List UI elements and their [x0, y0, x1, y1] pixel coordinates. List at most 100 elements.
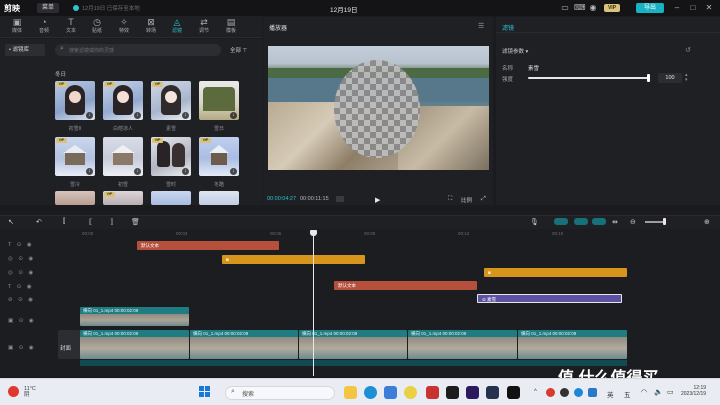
video-clip[interactable]: 横向 01_1.mp4 00:00:02:09 — [299, 330, 407, 359]
tray-icon[interactable] — [574, 388, 583, 397]
tab-text[interactable]: T 文本 — [58, 17, 84, 37]
playhead-handle[interactable] — [310, 230, 317, 236]
download-icon[interactable]: ↓ — [86, 168, 93, 175]
preview-axis-icon[interactable] — [592, 218, 606, 225]
close-icon[interactable]: ✕ — [704, 3, 714, 13]
mic-icon[interactable]: 🎙 — [530, 218, 539, 226]
zoom-in-icon[interactable]: ⊕ — [704, 218, 710, 226]
download-icon[interactable]: ↓ — [182, 168, 189, 175]
play-icon[interactable]: ▶ — [375, 196, 380, 204]
more-icon[interactable]: ☰ — [478, 22, 484, 30]
weather-widget[interactable]: 11°C 阴 — [24, 386, 36, 398]
menu-button[interactable]: 菜单 — [37, 3, 60, 13]
sticker-clip[interactable]: ◙ — [222, 255, 365, 264]
chrome-icon[interactable] — [404, 386, 417, 399]
video-preview[interactable] — [268, 46, 489, 170]
download-icon[interactable]: ↓ — [230, 112, 237, 119]
sidebar-item-filter-library[interactable]: • 滤镜库 — [5, 44, 45, 56]
battery-icon[interactable]: ▭ — [667, 388, 674, 396]
split-right-icon[interactable]: ⟧ — [110, 218, 113, 226]
video-clip[interactable]: 横向 01_1.mp4 00:00:02:09 — [190, 330, 298, 359]
strength-slider-handle[interactable] — [647, 74, 650, 82]
clock[interactable]: 12:19 2023/12/19 — [681, 385, 706, 397]
inspector-tab-filter[interactable]: 滤镜 — [502, 23, 514, 32]
app-icon[interactable] — [446, 386, 459, 399]
link-toggle-icon[interactable] — [554, 218, 568, 225]
ime-indicator[interactable]: 英 — [607, 389, 614, 399]
stepper-icon[interactable]: ▴ ▾ — [685, 73, 688, 83]
chevron-up-icon[interactable]: ^ — [534, 389, 537, 395]
tab-filter[interactable]: ◬ 滤镜 — [164, 17, 190, 37]
track-controls[interactable]: ▣ ⊙ ◉ — [8, 345, 36, 351]
track-controls[interactable]: ⊘ ⊙ ◉ — [8, 297, 35, 303]
vip-badge[interactable]: VIP — [604, 4, 620, 12]
track-controls[interactable]: ◎ ⊙ ◉ — [8, 270, 35, 276]
filter-thumb[interactable] — [199, 191, 239, 205]
tab-effects[interactable]: ✧ 特效 — [111, 17, 137, 37]
start-icon[interactable] — [199, 386, 211, 398]
tab-adjust[interactable]: ⇄ 调节 — [191, 17, 217, 37]
mail-icon[interactable] — [384, 386, 397, 399]
edge-icon[interactable] — [364, 386, 377, 399]
tab-audio[interactable]: ◔ 音频 — [31, 17, 57, 37]
ime-mode[interactable]: 五 — [624, 389, 631, 399]
ratio-button[interactable]: 比例 — [461, 196, 472, 204]
snap-toggle-icon[interactable] — [574, 218, 588, 225]
app-icon[interactable] — [426, 386, 439, 399]
track-controls[interactable]: T ⊙ ◉ — [8, 284, 34, 290]
track-controls[interactable]: ▣ ⊙ ◉ — [8, 318, 36, 324]
align-icon[interactable]: ⇹ — [612, 218, 618, 226]
delete-icon[interactable]: 🗑 — [131, 218, 140, 226]
zoom-slider[interactable] — [645, 221, 665, 223]
split-left-icon[interactable]: ⟦ — [89, 218, 92, 226]
select-tool-icon[interactable]: ↖ — [8, 218, 14, 226]
filter-thumb[interactable] — [55, 191, 95, 205]
video-clip[interactable]: 横向 01_1.mp4 00:00:02:09 — [80, 330, 189, 359]
wifi-icon[interactable]: ◠ — [641, 388, 647, 396]
maximize-icon[interactable]: □ — [688, 3, 698, 13]
track-controls[interactable]: ◎ ⊙ ◉ — [8, 256, 35, 262]
text-clip[interactable]: 默认文本 — [334, 281, 477, 290]
download-icon[interactable]: ↓ — [86, 112, 93, 119]
reset-icon[interactable]: ↺ — [685, 46, 691, 54]
tab-media[interactable]: ▣ 媒体 — [4, 17, 30, 37]
filter-thumb[interactable] — [151, 191, 191, 205]
speed-icon[interactable] — [336, 196, 344, 202]
volume-icon[interactable]: 🔈 — [654, 388, 663, 396]
download-icon[interactable]: ↓ — [134, 168, 141, 175]
tab-transition[interactable]: ⊠ 转场 — [138, 17, 164, 37]
tab-sticker[interactable]: ◷ 贴纸 — [84, 17, 110, 37]
tray-icon[interactable] — [546, 388, 555, 397]
strength-slider[interactable] — [528, 77, 650, 79]
layout-icon[interactable]: ▭ — [560, 3, 570, 13]
shortcut-icon[interactable]: ⌨ — [574, 3, 586, 13]
export-button[interactable]: 导出 — [636, 3, 664, 13]
split-icon[interactable]: ⫿ — [63, 218, 65, 226]
text-clip[interactable]: 默认文本 — [137, 241, 279, 250]
tab-template[interactable]: ▤ 模板 — [218, 17, 244, 37]
avatar[interactable]: ◉ — [588, 3, 598, 13]
capcut-icon[interactable] — [507, 386, 520, 399]
filter-clip[interactable]: ⊘ 素雪 — [477, 294, 622, 303]
tray-icon[interactable] — [560, 388, 569, 397]
strength-input[interactable]: 100 — [658, 73, 682, 83]
app-icon[interactable] — [486, 386, 499, 399]
zoom-slider-handle[interactable] — [663, 218, 666, 225]
download-icon[interactable]: ↓ — [230, 168, 237, 175]
download-icon[interactable]: ↓ — [182, 112, 189, 119]
video-clip[interactable]: 横向 01_1.mp4 00:00:02:09 — [518, 330, 627, 359]
premiere-icon[interactable] — [466, 386, 479, 399]
zoom-out-icon[interactable]: ⊖ — [630, 218, 636, 226]
playhead[interactable] — [313, 230, 314, 376]
download-icon[interactable]: ↓ — [134, 112, 141, 119]
video-clip[interactable]: 横向 01_1.mp4 00:00:02:09 — [80, 307, 189, 326]
undo-icon[interactable]: ↶ — [36, 218, 42, 226]
fullscreen-icon[interactable]: ⤢ — [481, 196, 486, 203]
file-explorer-icon[interactable] — [344, 386, 357, 399]
video-clip[interactable]: 横向 01_1.mp4 00:00:02:09 — [408, 330, 517, 359]
track-controls[interactable]: T ⊙ ◉ — [8, 242, 34, 248]
sticker-clip[interactable]: ◙ — [484, 268, 627, 277]
minimize-icon[interactable]: – — [672, 3, 682, 13]
tray-icon[interactable] — [588, 388, 597, 397]
fit-icon[interactable]: ⛶ — [448, 196, 452, 203]
